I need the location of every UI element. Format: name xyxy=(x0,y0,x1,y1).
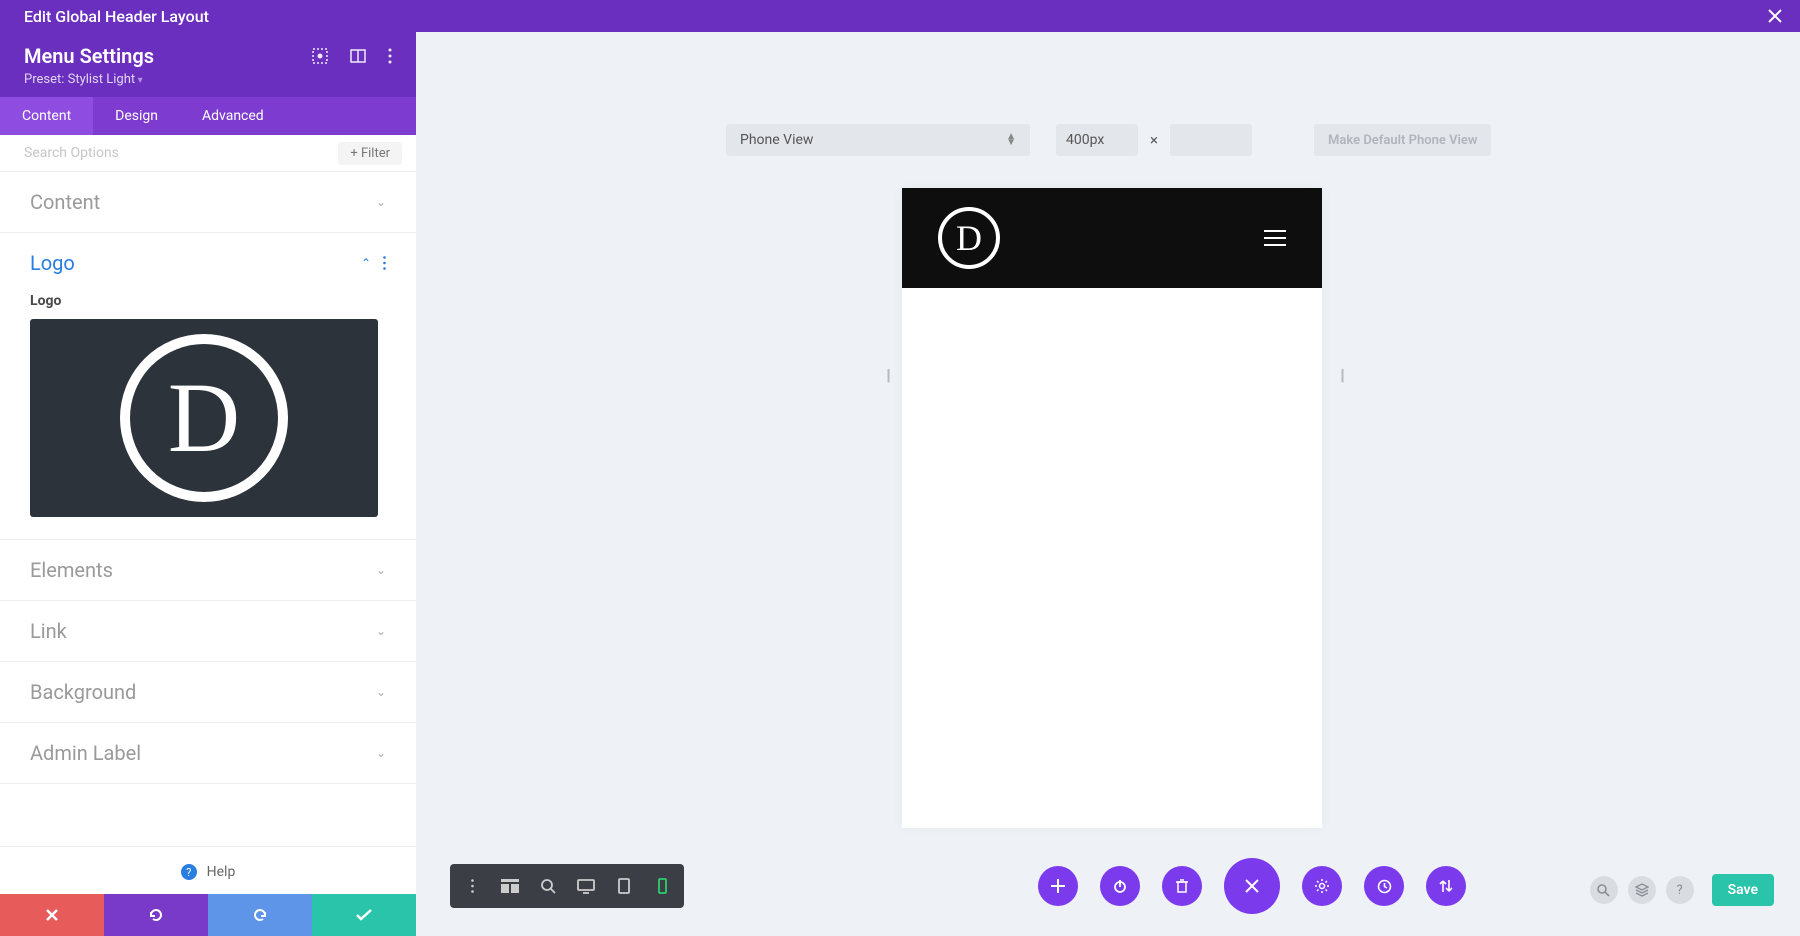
sidebar-footer xyxy=(0,894,416,936)
chevron-up-icon: ⌃ xyxy=(361,256,371,270)
close-builder-button[interactable] xyxy=(1224,858,1280,914)
hover-icon[interactable] xyxy=(312,48,328,64)
device-toolbar xyxy=(450,864,684,908)
dimension-x-icon: × xyxy=(1150,131,1158,149)
make-default-button[interactable]: Make Default Phone View xyxy=(1314,124,1491,156)
app-title-bar: Edit Global Header Layout xyxy=(0,0,1800,32)
settings-sidebar: Menu Settings Preset: Stylist Light Cont… xyxy=(0,32,416,936)
desktop-icon[interactable] xyxy=(568,870,604,902)
dimension-inputs: 400px × xyxy=(1056,124,1252,156)
resize-handle-right[interactable]: || xyxy=(1336,352,1346,396)
preset-dropdown[interactable]: Preset: Stylist Light xyxy=(24,72,392,87)
search-input[interactable]: Search Options xyxy=(14,141,338,165)
chevron-down-icon: ⌄ xyxy=(376,195,386,209)
filter-button[interactable]: Filter xyxy=(338,142,402,165)
app-title: Edit Global Header Layout xyxy=(24,7,209,26)
hamburger-icon[interactable] xyxy=(1264,230,1286,246)
accordion-toggle-content[interactable]: Content ⌄ xyxy=(0,172,416,232)
more-icon[interactable] xyxy=(383,256,386,270)
chevron-down-icon: ⌄ xyxy=(376,624,386,638)
search-mini-icon[interactable] xyxy=(1590,876,1618,904)
zoom-icon[interactable] xyxy=(530,870,566,902)
tab-design[interactable]: Design xyxy=(93,97,180,135)
columns-icon[interactable] xyxy=(350,48,366,64)
accordion-toggle-elements[interactable]: Elements ⌄ xyxy=(0,540,416,600)
logo-image-field[interactable]: D xyxy=(30,319,378,517)
chevron-down-icon: ⌄ xyxy=(376,746,386,760)
chevron-down-icon: ⌄ xyxy=(376,685,386,699)
accordion-toggle-logo[interactable]: Logo ⌃ xyxy=(0,233,416,293)
phone-preview: D xyxy=(902,188,1322,828)
chevron-down-icon: ⌄ xyxy=(376,563,386,577)
builder-main-actions xyxy=(1038,858,1466,914)
settings-tabs: Content Design Advanced xyxy=(0,97,416,135)
close-icon[interactable] xyxy=(1768,9,1782,23)
accordion-admin-label: Admin Label ⌄ xyxy=(0,723,416,784)
canvas-area: Phone View ▲▼ 400px × Make Default Phone… xyxy=(416,32,1800,936)
preview-logo: D xyxy=(938,207,1000,269)
logo-section-body: Logo D xyxy=(0,293,416,539)
tab-content[interactable]: Content xyxy=(0,97,93,135)
search-filter-row: Search Options Filter xyxy=(0,135,416,172)
save-button[interactable]: Save xyxy=(1712,874,1774,906)
help-mini-icon[interactable]: ? xyxy=(1666,876,1694,904)
height-input[interactable] xyxy=(1170,124,1252,156)
wireframe-icon[interactable] xyxy=(492,870,528,902)
redo-button[interactable] xyxy=(208,894,312,936)
accordion-toggle-link[interactable]: Link ⌄ xyxy=(0,601,416,661)
logo-field-label: Logo xyxy=(30,293,386,309)
tablet-icon[interactable] xyxy=(606,870,642,902)
help-label: Help xyxy=(207,864,236,880)
view-select-label: Phone View xyxy=(740,132,813,148)
width-input[interactable]: 400px xyxy=(1056,124,1138,156)
more-icon[interactable] xyxy=(388,48,392,64)
view-select[interactable]: Phone View ▲▼ xyxy=(726,124,1030,156)
accordion-label: Background xyxy=(30,680,136,704)
trash-icon[interactable] xyxy=(1162,866,1202,906)
accordion-toggle-admin-label[interactable]: Admin Label ⌄ xyxy=(0,723,416,783)
accordion-link: Link ⌄ xyxy=(0,601,416,662)
accordion-label: Link xyxy=(30,619,67,643)
accordion-toggle-background[interactable]: Background ⌄ xyxy=(0,662,416,722)
accordion-label: Elements xyxy=(30,558,113,582)
help-icon: ? xyxy=(181,864,197,880)
add-button[interactable] xyxy=(1038,866,1078,906)
accordion-logo: Logo ⌃ Logo D xyxy=(0,233,416,540)
settings-header: Menu Settings Preset: Stylist Light xyxy=(0,32,416,97)
accordion-label: Logo xyxy=(30,251,75,275)
toolbar-more-icon[interactable] xyxy=(454,870,490,902)
power-icon[interactable] xyxy=(1100,866,1140,906)
sort-icon[interactable] xyxy=(1426,866,1466,906)
phone-icon[interactable] xyxy=(644,870,680,902)
tab-advanced[interactable]: Advanced xyxy=(180,97,286,135)
layers-icon[interactable] xyxy=(1628,876,1656,904)
settings-title: Menu Settings xyxy=(24,44,154,68)
select-arrows-icon: ▲▼ xyxy=(1006,134,1016,146)
undo-button[interactable] xyxy=(104,894,208,936)
accordion-elements: Elements ⌄ xyxy=(0,540,416,601)
confirm-button[interactable] xyxy=(312,894,416,936)
accordion-area: Content ⌄ Logo ⌃ Logo D xyxy=(0,172,416,846)
accordion-label: Admin Label xyxy=(30,741,141,765)
accordion-label: Content xyxy=(30,190,100,214)
history-icon[interactable] xyxy=(1364,866,1404,906)
mobile-header: D xyxy=(902,188,1322,288)
preview-logo-letter: D xyxy=(956,217,982,259)
logo-circle: D xyxy=(120,334,288,502)
discard-button[interactable] xyxy=(0,894,104,936)
help-row[interactable]: ? Help xyxy=(0,846,416,895)
responsive-controls: Phone View ▲▼ 400px × Make Default Phone… xyxy=(726,124,1491,156)
builder-right-actions: ? Save xyxy=(1590,874,1774,906)
resize-handle-left[interactable]: || xyxy=(882,352,892,396)
accordion-background: Background ⌄ xyxy=(0,662,416,723)
logo-letter: D xyxy=(168,368,240,468)
gear-icon[interactable] xyxy=(1302,866,1342,906)
accordion-content: Content ⌄ xyxy=(0,172,416,233)
